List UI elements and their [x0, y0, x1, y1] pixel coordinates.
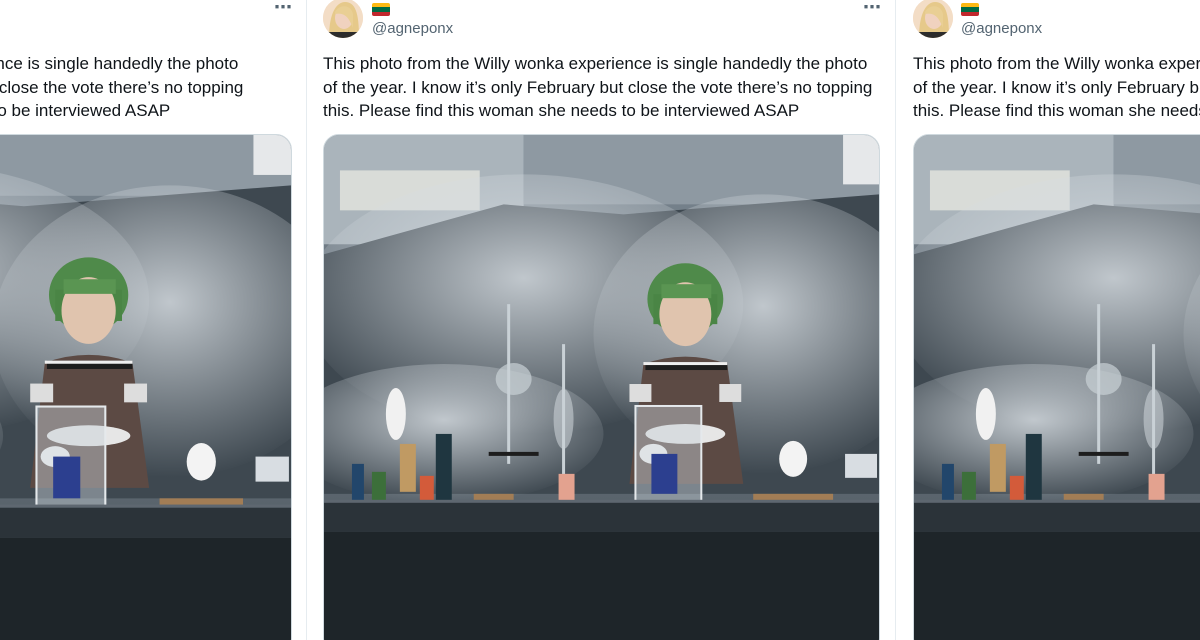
avatar-image [913, 0, 953, 38]
tweet-text-line: this. Please find this woman she needs t… [0, 101, 171, 120]
photo-image [0, 135, 291, 640]
user-avatar[interactable] [913, 0, 953, 38]
tweet-text-line: this. Please find this woman she needs t… [323, 101, 800, 120]
user-avatar[interactable] [323, 0, 363, 38]
tweet-text-line: this. Please find this woman she needs t… [913, 101, 1200, 120]
tweet-text-line: of the year. I know it’s only February b… [913, 77, 1200, 97]
tweet-text-line: of the year. I know it’s only February b… [323, 77, 873, 97]
tweet-card-left[interactable]: ⋯ This photo from the Willy wonka experi… [0, 0, 307, 640]
more-options-icon[interactable]: ⋯ [274, 0, 293, 16]
tweet-text-line: of the year. I know it’s only February b… [0, 77, 244, 97]
photo-image [914, 135, 1200, 640]
tweet-text: This photo from the Willy wonka experien… [0, 52, 294, 123]
more-options-icon[interactable]: ⋯ [863, 0, 882, 16]
tweet-card-center[interactable]: @agneponx ⋯ This photo from the Willy wo… [307, 0, 896, 640]
tweet-card-right[interactable]: @agneponx This photo from the Willy wonk… [896, 0, 1200, 640]
user-handle[interactable]: @agneponx [372, 20, 453, 37]
avatar-image [323, 0, 363, 38]
lithuania-flag-icon [961, 3, 979, 16]
tweet-photo[interactable] [913, 134, 1200, 640]
tweet-photo[interactable] [0, 134, 292, 640]
photo-image [324, 135, 879, 640]
user-handle[interactable]: @agneponx [961, 20, 1042, 37]
tweet-text: This photo from the Willy wonka experien… [913, 52, 1200, 123]
tweet-text-line: This photo from the Willy wonka experien… [323, 54, 868, 73]
tweet-text-line: This photo from the Willy wonka experien… [0, 54, 239, 73]
tweet-text: This photo from the Willy wonka experien… [323, 52, 872, 123]
tweet-text-line: This photo from the Willy wonka experien… [913, 54, 1200, 73]
tweet-photo[interactable] [323, 134, 880, 640]
lithuania-flag-icon [372, 3, 390, 16]
